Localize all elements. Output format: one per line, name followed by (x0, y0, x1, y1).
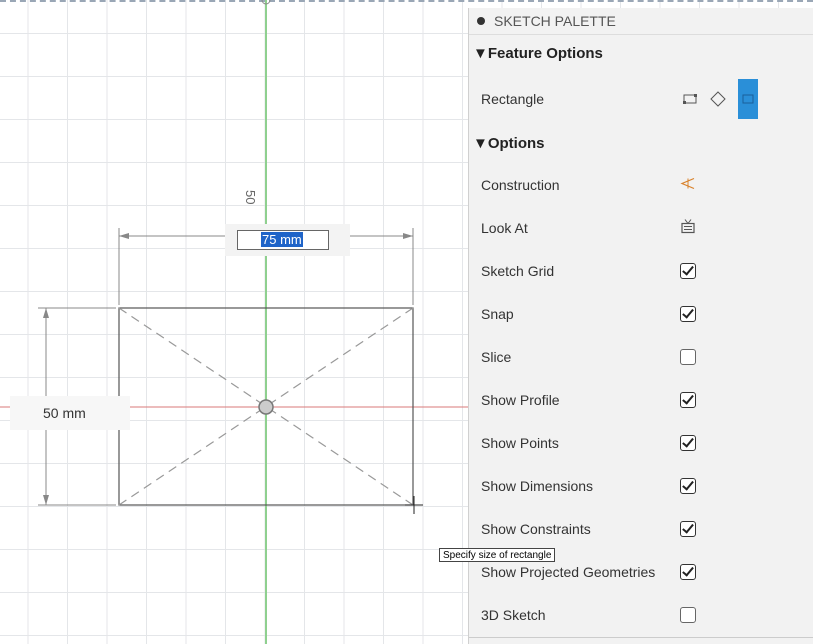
slice-checkbox[interactable] (680, 348, 696, 365)
sketch-grid-control[interactable] (680, 262, 696, 279)
show-projected-geometries-control[interactable] (680, 563, 696, 580)
option-label: Show Projected Geometries (481, 563, 656, 580)
two-point-rectangle-icon[interactable] (680, 89, 700, 109)
show-dimensions-checkbox[interactable] (680, 477, 696, 494)
show-projected-geometries-checkbox[interactable] (680, 563, 696, 580)
option-label: Show Profile (481, 391, 560, 408)
option-label: Look At (481, 219, 528, 236)
option-row-look-at: Look At (469, 206, 813, 249)
3d-sketch-checkbox[interactable] (680, 606, 696, 623)
option-row-show-constraints: Show Constraints (469, 507, 813, 550)
show-points-checkbox[interactable] (680, 434, 696, 451)
tooltip: Specify size of rectangle (439, 548, 556, 562)
construction-icon[interactable] (680, 176, 696, 193)
option-row-3d-sketch: 3D Sketch (469, 593, 813, 636)
options-header[interactable]: ▼Options (469, 125, 813, 163)
option-label: Slice (481, 348, 512, 365)
option-row-snap: Snap (469, 292, 813, 335)
show-constraints-control[interactable] (680, 520, 696, 537)
center-rectangle-icon[interactable] (738, 79, 758, 119)
horizontal-dimension-input[interactable]: 75 mm (237, 230, 329, 250)
show-points-control[interactable] (680, 434, 696, 451)
sketch-grid-checkbox[interactable] (680, 262, 696, 279)
arrow-left (119, 233, 129, 239)
arrow-bottom (43, 495, 49, 505)
horizontal-dimension-value: 75 mm (261, 232, 303, 247)
collapse-dot-icon[interactable] (477, 17, 485, 25)
show-profile-checkbox[interactable] (680, 391, 696, 408)
option-row-show-points: Show Points (469, 421, 813, 464)
three-point-rectangle-icon[interactable] (708, 89, 728, 109)
arrow-right (403, 233, 413, 239)
rectangle-row: Rectangle (469, 73, 813, 125)
rectangle-label: Rectangle (481, 91, 545, 107)
snap-checkbox[interactable] (680, 305, 696, 322)
origin-point (258, 399, 274, 415)
option-label: Show Constraints (481, 520, 591, 537)
option-label: Show Points (481, 434, 559, 451)
option-row-sketch-grid: Sketch Grid (469, 249, 813, 292)
feature-options-header[interactable]: ▼Feature Options (469, 35, 813, 73)
option-label: 3D Sketch (481, 606, 546, 623)
snap-control[interactable] (680, 305, 696, 322)
palette-title: SKETCH PALETTE (494, 13, 616, 29)
option-label: Sketch Grid (481, 262, 555, 279)
3d-sketch-control[interactable] (680, 606, 696, 623)
vertical-dimension-input[interactable]: 50 mm (10, 396, 130, 430)
show-constraints-checkbox[interactable] (680, 520, 696, 537)
show-dimensions-control[interactable] (680, 477, 696, 494)
option-row-show-profile: Show Profile (469, 378, 813, 421)
option-row-construction: Construction (469, 163, 813, 206)
palette-header[interactable]: SKETCH PALETTE (469, 8, 813, 35)
horizontal-dimension-box: 75 mm (225, 224, 350, 256)
slice-control[interactable] (680, 348, 696, 365)
option-row-slice: Slice (469, 335, 813, 378)
vertical-dimension-label: 50 (243, 190, 258, 205)
rectangle-tools (680, 73, 758, 125)
look-at-icon[interactable] (680, 218, 696, 237)
palette-footer (469, 637, 813, 644)
option-label: Snap (481, 305, 514, 322)
option-label: Show Dimensions (481, 477, 594, 494)
show-profile-control[interactable] (680, 391, 696, 408)
option-label: Construction (481, 176, 560, 193)
arrow-top (43, 308, 49, 318)
option-row-show-dimensions: Show Dimensions (469, 464, 813, 507)
